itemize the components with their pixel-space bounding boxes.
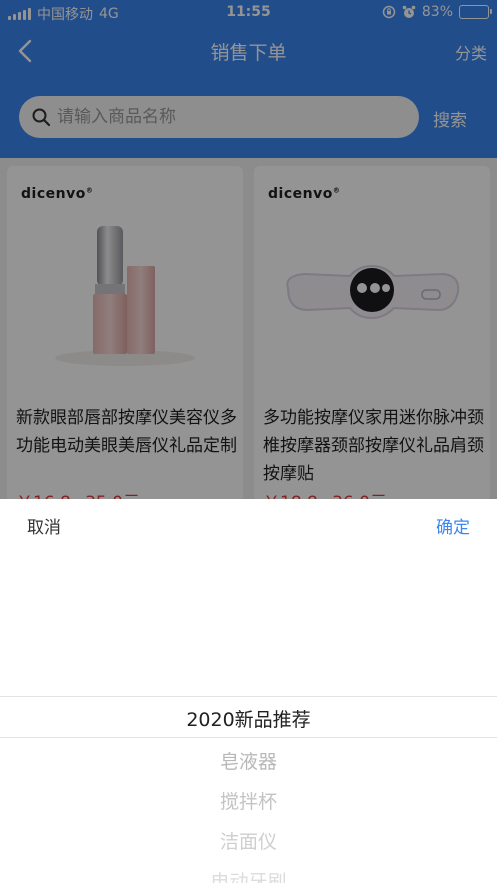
category-picker: 取消 确定 2020新品推荐 皂液器 搅拌杯 洁面仪 电动牙刷 bbox=[0, 499, 497, 883]
picker-option[interactable]: 电动牙刷 bbox=[0, 867, 497, 883]
picker-option[interactable]: 搅拌杯 bbox=[0, 787, 497, 814]
picker-option-selected[interactable]: 2020新品推荐 bbox=[0, 705, 497, 732]
picker-highlight-bottom bbox=[0, 737, 497, 738]
confirm-button[interactable]: 确定 bbox=[436, 513, 470, 538]
picker-option[interactable]: 皂液器 bbox=[0, 747, 497, 774]
picker-highlight-top bbox=[0, 696, 497, 697]
picker-option[interactable]: 洁面仪 bbox=[0, 827, 497, 854]
cancel-button[interactable]: 取消 bbox=[27, 513, 61, 538]
